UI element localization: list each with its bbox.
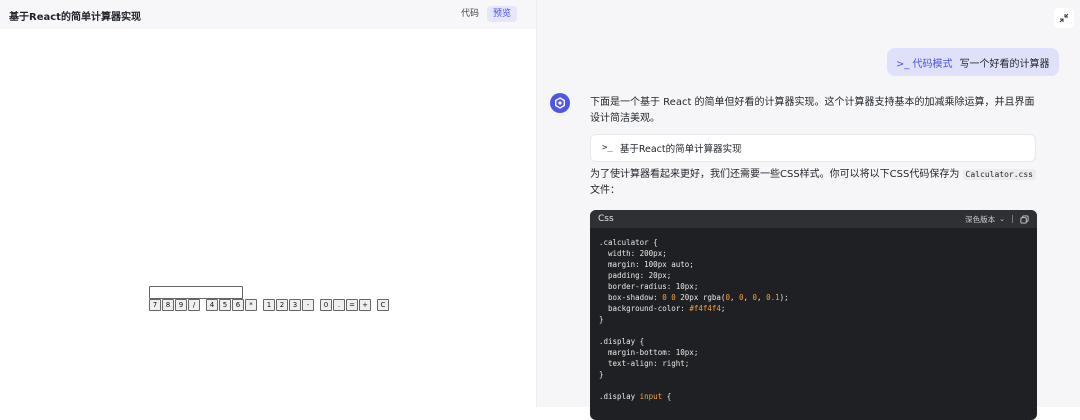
code-line: text-align: right; <box>599 359 690 368</box>
calculator-key[interactable]: C <box>377 299 389 311</box>
assistant-logo-icon <box>555 97 565 109</box>
calculator-key[interactable]: 7 <box>149 299 161 311</box>
calculator-key[interactable]: 1 <box>263 299 275 311</box>
chat-pane: >_ 代码模式 写一个好看的计算器 下面是一个基于 React 的简单但好看的计… <box>537 0 1080 420</box>
calculator-key[interactable]: - <box>302 299 314 311</box>
calculator-key[interactable]: 4 <box>206 299 218 311</box>
code-line: padding: 20px; <box>599 271 672 280</box>
calculator-key[interactable]: 5 <box>219 299 231 311</box>
calculator-key[interactable]: / <box>188 299 200 311</box>
calculator-display-input[interactable] <box>149 286 243 299</box>
code-line: background-color: #f4f4f4; <box>599 304 726 313</box>
terminal-icon: >_ <box>602 143 613 153</box>
calculator-key[interactable]: 6 <box>232 299 244 311</box>
code-line: margin: 100px auto; <box>599 260 694 269</box>
code-body: .calculator { width: 200px; margin: 100p… <box>590 228 1037 402</box>
code-line: } <box>599 315 604 324</box>
code-line: margin-bottom: 10px; <box>599 348 699 357</box>
code-artifact-title: 基于React的简单计算器实现 <box>619 144 742 155</box>
code-language-label: Css <box>598 214 614 224</box>
code-line: width: 200px; <box>599 249 667 258</box>
page-title: 基于React的简单计算器实现 <box>9 12 141 23</box>
chevron-down-icon: ⌄ <box>999 215 1005 223</box>
calculator-key[interactable]: 8 <box>162 299 174 311</box>
css-filename: Calculator.css <box>962 169 1036 180</box>
calculator-key[interactable]: 3 <box>289 299 301 311</box>
copy-icon[interactable] <box>1020 214 1029 224</box>
calculator-key[interactable]: * <box>245 299 257 311</box>
preview-pane: 基于React的简单计算器实现 代码 预览 7 8 9/ 4 5 6 * 1 2 3-0. = + C <box>0 0 537 407</box>
assistant-intro-text: 下面是一个基于 React 的简单但好看的计算器实现。这个计算器支持基本的加减乘… <box>590 97 1035 124</box>
code-line: } <box>599 370 604 379</box>
css-code-block: Css 深色版本 ⌄ .calculator { width: 200px; m… <box>590 210 1037 420</box>
tab-preview[interactable]: 预览 <box>487 6 518 22</box>
code-mode-tag[interactable]: >_ 代码模式 <box>896 55 953 70</box>
collapse-icon <box>1059 13 1069 23</box>
code-line: box-shadow: 0 0 20px rgba(0, 0, 0, 0.1); <box>599 293 789 302</box>
code-line: .display input { <box>599 392 672 401</box>
code-line: border-radius: 10px; <box>599 282 699 291</box>
header-divider <box>1012 215 1013 223</box>
user-message-text: 写一个好看的计算器 <box>959 58 1050 70</box>
css-intro-after: 文件： <box>590 185 620 196</box>
calculator-key[interactable]: . <box>333 299 345 311</box>
calculator-key[interactable]: + <box>359 299 371 311</box>
css-intro-before: 为了使计算器看起来更好，我们还需要一些CSS样式。你可以将以下CSS代码保存为 <box>590 169 960 180</box>
css-intro-text: 为了使计算器看起来更好，我们还需要一些CSS样式。你可以将以下CSS代码保存为 … <box>590 167 1036 199</box>
calculator-key[interactable]: 0 <box>320 299 332 311</box>
assistant-avatar <box>550 93 570 113</box>
collapse-button[interactable] <box>1054 8 1074 28</box>
code-block-header: Css 深色版本 ⌄ <box>590 210 1037 228</box>
code-line: .display { <box>599 337 645 346</box>
code-artifact-card[interactable]: >_ 基于React的简单计算器实现 <box>590 134 1036 162</box>
tab-code[interactable]: 代码 <box>455 6 485 22</box>
code-line: .calculator { <box>599 238 658 247</box>
calculator-key[interactable]: 2 <box>276 299 288 311</box>
theme-toggle[interactable]: 深色版本 ⌄ <box>965 214 1005 225</box>
preview-header: 基于React的简单计算器实现 代码 预览 <box>0 0 536 29</box>
calculator-key[interactable]: = <box>346 299 358 311</box>
calculator-key[interactable]: 9 <box>175 299 187 311</box>
theme-toggle-label: 深色版本 <box>965 214 996 224</box>
user-message: >_ 代码模式 写一个好看的计算器 <box>887 48 1059 76</box>
